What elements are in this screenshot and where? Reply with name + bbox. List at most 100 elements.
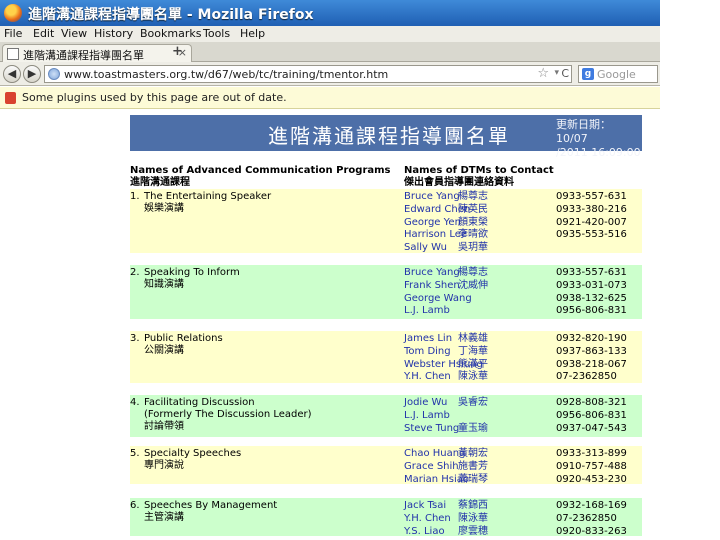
program-name-en: The Entertaining Speaker — [144, 191, 272, 202]
contact-name-zh-link[interactable]: 蕭瑞琴 — [458, 474, 488, 487]
contact-name-zh-link[interactable]: 楊尊志 — [458, 191, 488, 204]
history-dropdown-icon[interactable]: ▾ — [554, 68, 559, 78]
address-bar[interactable]: www.toastmasters.org.tw/d67/web/tc/train… — [44, 65, 572, 83]
program-number: 2. — [130, 267, 140, 278]
menu-tools[interactable]: Tools — [203, 27, 230, 40]
contact-name-zh-link[interactable]: 黃朝宏 — [458, 448, 488, 461]
contact-phone: 07-2362850 — [556, 512, 617, 524]
contact-phone: 0933-557-631 — [556, 267, 627, 278]
contact-name-zh-link[interactable]: 林義雄 — [458, 333, 488, 346]
url-text[interactable]: www.toastmasters.org.tw/d67/web/tc/train… — [64, 68, 388, 81]
contact-name-zh-link[interactable]: 吳睿宏 — [458, 397, 488, 410]
contact-name-en-link[interactable]: James Lin — [404, 333, 452, 346]
contact-name-en-link[interactable]: Y.S. Liao — [404, 526, 445, 539]
firefox-logo-icon — [4, 4, 22, 22]
window-title: 進階溝通課程指導團名單 - Mozilla Firefox — [28, 7, 314, 23]
contact-name-en-link[interactable]: Bruce Yang — [404, 191, 460, 204]
contact-name-zh-link[interactable]: 蔡錦西 — [458, 500, 488, 513]
program-name-en: Speeches By Management — [144, 500, 278, 511]
program-name: 6. Speeches By Management 主管演講 — [130, 500, 277, 524]
contact-phone: 0933-557-631 — [556, 191, 627, 202]
menu-bar: File Edit View History Bookmarks Tools H… — [0, 26, 660, 42]
plugin-notification-bar[interactable]: Some plugins used by this page are out o… — [0, 87, 660, 109]
contact-name-zh-link[interactable]: 陳泳華 — [458, 513, 488, 526]
contact-name-en-link[interactable]: L.J. Lamb — [404, 410, 450, 423]
contact-name-en-link[interactable]: Y.H. Chen — [404, 513, 451, 526]
contact-name-zh-link[interactable]: 陳英民 — [458, 204, 488, 217]
google-icon[interactable]: g — [582, 68, 594, 80]
bookmark-star-icon[interactable]: ☆ — [537, 66, 549, 81]
contact-name-zh-link[interactable]: 廖雲穗 — [458, 526, 488, 539]
contact-name-zh-link[interactable]: 顏東榮 — [458, 217, 488, 230]
contacts-header-en: Names of DTMs to Contact — [404, 165, 554, 176]
contact-name-zh-link[interactable]: 吳玥華 — [458, 242, 488, 255]
program-block: 2. Speaking To Inform 知識演講 Bruce Yang 楊尊志 093… — [130, 265, 642, 319]
contact-phone: 0932-168-169 — [556, 500, 627, 511]
contact-name-en-link[interactable]: Bruce Yang — [404, 267, 460, 280]
program-number: 6. — [130, 500, 140, 511]
program-name: 1. The Entertaining Speaker 娛樂演講 — [130, 191, 271, 215]
program-name-en-note: (Formerly The Discussion Leader) — [144, 409, 312, 420]
program-number: 4. — [130, 397, 140, 408]
contact-name-en-link[interactable]: George Wang — [404, 293, 472, 306]
contact-phone: 07-2362850 — [556, 371, 617, 383]
program-name-zh: 主管演講 — [144, 512, 184, 523]
contact-phone: 0910-757-488 — [556, 460, 627, 472]
contact-phone: 0938-132-625 — [556, 292, 627, 304]
contact-name-zh-link[interactable]: 丁海華 — [458, 346, 488, 359]
contact-name-en-link[interactable]: Chao Huang — [404, 448, 465, 461]
contact-name-zh-link[interactable]: 施書芳 — [458, 461, 488, 474]
back-button[interactable]: ◀ — [3, 65, 21, 83]
contact-name-en-link[interactable]: Steve Tung — [404, 423, 459, 436]
contact-name-zh-link[interactable]: 李晴欲 — [458, 229, 488, 242]
program-block: 5. Specialty Speeches 專門演說 Chao Huang 黃朝宏 093… — [130, 446, 642, 487]
program-name-zh: 公關演講 — [144, 345, 184, 356]
contact-phone: 0956-806-831 — [556, 305, 627, 317]
program-name: 2. Speaking To Inform 知識演講 — [130, 267, 240, 291]
plugin-warning-icon — [5, 92, 16, 104]
contact-name-en-link[interactable]: Grace Shih — [404, 461, 459, 474]
contact-name-en-link[interactable]: Y.H. Chen — [404, 371, 451, 384]
search-placeholder[interactable]: Google — [597, 68, 636, 81]
update-timestamp: 更新日期：10/07 /2011 16:09:00 — [556, 118, 642, 160]
contact-name-en-link[interactable]: Tom Ding — [404, 346, 451, 359]
menu-file[interactable]: File — [4, 27, 22, 40]
program-name-en: Specialty Speeches — [144, 448, 242, 459]
contact-phone: 0920-453-230 — [556, 473, 627, 485]
contact-name-en-link[interactable]: Jodie Wu — [404, 397, 447, 410]
program-number: 1. — [130, 191, 140, 202]
contact-phone: 0932-820-190 — [556, 333, 627, 344]
update-line-2: /2011 16:09:00 — [556, 146, 641, 159]
plugin-notification-message: Some plugins used by this page are out o… — [22, 91, 287, 104]
contacts-header-zh: 傑出會員指導團連絡資料 — [404, 177, 514, 188]
contact-name-en-link[interactable]: L.J. Lamb — [404, 305, 450, 318]
contact-name-en-link[interactable]: Jack Tsai — [404, 500, 446, 513]
contact-name-zh-link[interactable]: 陳泳華 — [458, 371, 488, 384]
program-block: 6. Speeches By Management 主管演講 Jack Tsai 蔡錦西… — [130, 498, 642, 539]
contact-name-zh-link[interactable]: 楊尊志 — [458, 267, 488, 280]
contact-name-en-link[interactable]: Frank Shen — [404, 280, 460, 293]
site-identity-icon[interactable] — [48, 68, 60, 80]
search-box[interactable]: g Google — [578, 65, 658, 83]
menu-history[interactable]: History — [94, 27, 133, 40]
programs-header: Names of Advanced Communication Programs… — [130, 165, 391, 189]
menu-help[interactable]: Help — [240, 27, 265, 40]
contacts-header: Names of DTMs to Contact 傑出會員指導團連絡資料 — [404, 165, 554, 189]
menu-view[interactable]: View — [61, 27, 87, 40]
contact-name-zh-link[interactable]: 熊漢平 — [458, 359, 488, 372]
menu-bookmarks[interactable]: Bookmarks — [140, 27, 201, 40]
contact-name-en-link[interactable]: George Yen — [404, 217, 461, 230]
program-name-zh: 討論帶領 — [144, 421, 184, 432]
forward-button[interactable]: ▶ — [23, 65, 41, 83]
contact-name-zh-link[interactable]: 童玉瑜 — [458, 423, 488, 436]
program-name: 5. Specialty Speeches 專門演說 — [130, 448, 241, 472]
program-name-zh: 知識演講 — [144, 279, 184, 290]
contact-phone: 0956-806-831 — [556, 409, 627, 421]
contact-name-zh-link[interactable]: 沈威伸 — [458, 280, 488, 293]
menu-edit[interactable]: Edit — [33, 27, 54, 40]
new-tab-button[interactable]: + — [172, 44, 183, 59]
tab-active[interactable]: 進階溝通課程指導團名單 × — [2, 44, 192, 63]
contact-name-en-link[interactable]: Sally Wu — [404, 242, 447, 255]
contact-phone: 0937-863-133 — [556, 345, 627, 357]
reload-icon[interactable]: C — [561, 67, 569, 80]
